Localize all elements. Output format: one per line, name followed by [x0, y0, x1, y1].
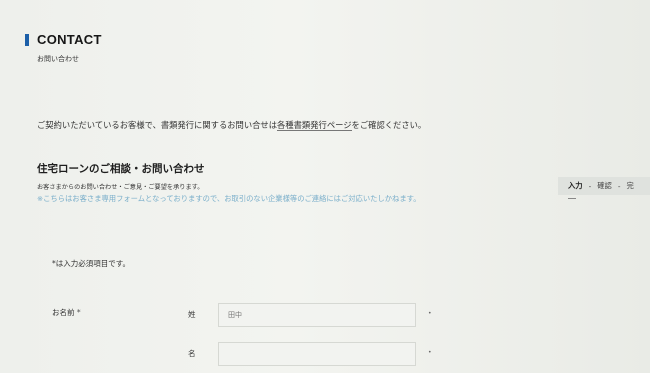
page-subtitle: お問い合わせ [37, 55, 79, 63]
intro-prefix: ご契約いただいているお客様で、書類発行に関するお問い合せは [37, 120, 278, 130]
progress-steps: 入力 - 確認 - 完 [558, 177, 650, 199]
step-input: 入力 [568, 181, 583, 190]
step-separator: - [588, 181, 592, 191]
field-marker: • [428, 349, 432, 356]
name-label-text: お名前 [52, 308, 75, 317]
intro-text: ご契約いただいているお客様で、書類発行に関するお問い合せは各種書類発行ページをご… [37, 119, 426, 131]
step-separator: - [617, 181, 621, 191]
required-fields-note: *は入力必須項目です。 [52, 259, 130, 268]
name-label: お名前 * [52, 307, 81, 318]
page-header: CONTACT [25, 32, 102, 47]
customer-only-notice: ※こちらはお客さま専用フォームとなっておりますので、お取引のない企業様等のご連絡… [37, 194, 421, 203]
first-name-input[interactable] [218, 342, 416, 366]
last-name-input[interactable] [218, 303, 416, 327]
document-issuance-link[interactable]: 各種書類発行ページ [277, 120, 352, 131]
first-name-label: 名 [188, 349, 196, 358]
page-title: CONTACT [37, 32, 102, 47]
intro-suffix: をご確認ください。 [351, 120, 427, 130]
field-marker: • [428, 310, 432, 317]
last-name-label: 姓 [188, 310, 196, 319]
step-complete: 完 [626, 181, 634, 190]
active-step-underline [568, 198, 576, 199]
title-accent-bar [25, 33, 29, 46]
step-confirm: 確認 [597, 181, 612, 190]
section-title: 住宅ローンのご相談・お問い合わせ [37, 163, 205, 175]
required-mark: * [76, 308, 81, 317]
section-description: お客さまからのお問い合わせ・ご意見・ご要望を承ります。 [37, 184, 204, 191]
